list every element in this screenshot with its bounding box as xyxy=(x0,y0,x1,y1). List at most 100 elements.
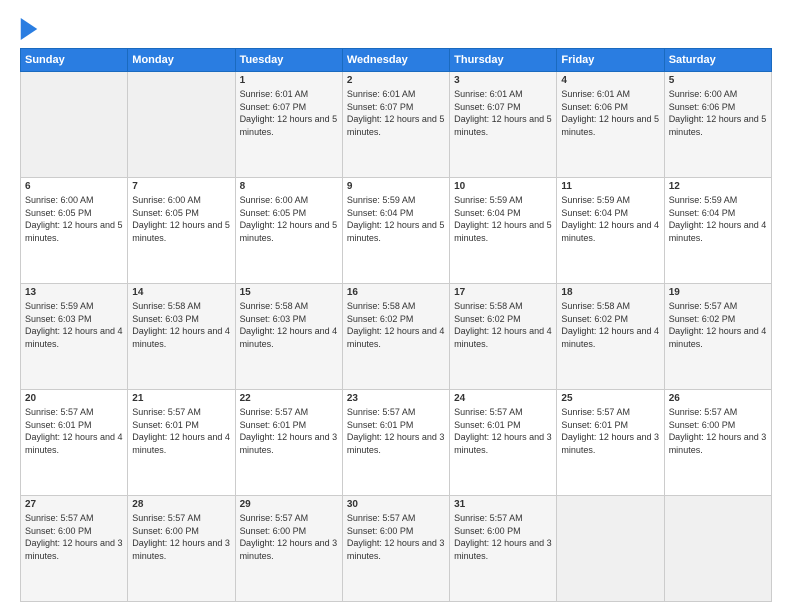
calendar-cell: 12Sunrise: 5:59 AMSunset: 6:04 PMDayligh… xyxy=(664,178,771,284)
cell-content: Sunrise: 5:58 AMSunset: 6:03 PMDaylight:… xyxy=(132,300,230,350)
calendar-cell: 2Sunrise: 6:01 AMSunset: 6:07 PMDaylight… xyxy=(342,72,449,178)
calendar-cell: 16 Sunrise: 5:58 AMSunset: 6:02 PMDayligh… xyxy=(342,284,449,390)
day-number: 3 xyxy=(454,75,552,86)
calendar-cell: 4 Sunrise: 6:01 AMSunset: 6:06 PMDaylight… xyxy=(557,72,664,178)
calendar-cell: 17Sunrise: 5:58 AMSunset: 6:02 PMDayligh… xyxy=(450,284,557,390)
day-number: 18 xyxy=(561,287,659,298)
day-number: 15 xyxy=(240,287,338,298)
cell-content: Sunrise: 5:57 AMSunset: 6:01 PMDaylight:… xyxy=(347,406,445,456)
calendar-cell: 21Sunrise: 5:57 AMSunset: 6:01 PMDayligh… xyxy=(128,390,235,496)
day-number: 22 xyxy=(240,393,338,404)
logo-icon xyxy=(20,18,38,40)
day-number: 14 xyxy=(132,287,230,298)
day-number: 30 xyxy=(347,499,445,510)
cell-content: Sunrise: 5:57 AMSunset: 6:00 PMDaylight:… xyxy=(669,406,767,456)
calendar-table: SundayMondayTuesdayWednesdayThursdayFrid… xyxy=(20,48,772,602)
day-number: 8 xyxy=(240,181,338,192)
cell-content: Sunrise: 5:57 AMSunset: 6:00 PMDaylight:… xyxy=(454,512,552,562)
calendar-cell: 9Sunrise: 5:59 AMSunset: 6:04 PMDaylight… xyxy=(342,178,449,284)
cell-content: Sunrise: 5:59 AMSunset: 6:04 PMDaylight:… xyxy=(561,194,659,244)
cell-content: Sunrise: 5:59 AMSunset: 6:03 PMDaylight:… xyxy=(25,300,123,350)
day-number: 6 xyxy=(25,181,123,192)
day-number: 20 xyxy=(25,393,123,404)
cell-content: Sunrise: 6:01 AMSunset: 6:07 PMDaylight:… xyxy=(240,88,338,138)
day-number: 4 xyxy=(561,75,659,86)
calendar-cell: 13 Sunrise: 5:59 AMSunset: 6:03 PMDayligh… xyxy=(21,284,128,390)
day-number: 28 xyxy=(132,499,230,510)
weekday-friday: Friday xyxy=(557,49,664,72)
cell-content: Sunrise: 5:59 AMSunset: 6:04 PMDaylight:… xyxy=(347,194,445,244)
calendar-cell xyxy=(664,496,771,602)
weekday-header-row: SundayMondayTuesdayWednesdayThursdayFrid… xyxy=(21,49,772,72)
calendar-cell: 15 Sunrise: 5:58 AMSunset: 6:03 PMDayligh… xyxy=(235,284,342,390)
calendar-cell: 29 Sunrise: 5:57 AMSunset: 6:00 PMDayligh… xyxy=(235,496,342,602)
cell-content: Sunrise: 5:57 AMSunset: 6:00 PMDaylight:… xyxy=(25,512,123,562)
calendar-cell: 3 Sunrise: 6:01 AMSunset: 6:07 PMDaylight… xyxy=(450,72,557,178)
calendar-cell: 1Sunrise: 6:01 AMSunset: 6:07 PMDaylight… xyxy=(235,72,342,178)
day-number: 5 xyxy=(669,75,767,86)
weekday-wednesday: Wednesday xyxy=(342,49,449,72)
day-number: 25 xyxy=(561,393,659,404)
calendar-cell xyxy=(21,72,128,178)
calendar-week-3: 13 Sunrise: 5:59 AMSunset: 6:03 PMDayligh… xyxy=(21,284,772,390)
cell-content: Sunrise: 5:57 AMSunset: 6:00 PMDaylight:… xyxy=(132,512,230,562)
cell-content: Sunrise: 6:01 AMSunset: 6:07 PMDaylight:… xyxy=(454,88,552,138)
calendar-body: 1Sunrise: 6:01 AMSunset: 6:07 PMDaylight… xyxy=(21,72,772,602)
day-number: 7 xyxy=(132,181,230,192)
calendar-week-5: 27 Sunrise: 5:57 AMSunset: 6:00 PMDayligh… xyxy=(21,496,772,602)
calendar-cell: 25 Sunrise: 5:57 AMSunset: 6:01 PMDayligh… xyxy=(557,390,664,496)
cell-content: Sunrise: 5:57 AMSunset: 6:00 PMDaylight:… xyxy=(240,512,338,562)
calendar-cell xyxy=(557,496,664,602)
day-number: 23 xyxy=(347,393,445,404)
cell-content: Sunrise: 5:58 AMSunset: 6:02 PMDaylight:… xyxy=(347,300,445,350)
cell-content: Sunrise: 6:00 AMSunset: 6:05 PMDaylight:… xyxy=(132,194,230,244)
cell-content: Sunrise: 5:58 AMSunset: 6:02 PMDaylight:… xyxy=(454,300,552,350)
calendar-cell: 19 Sunrise: 5:57 AMSunset: 6:02 PMDayligh… xyxy=(664,284,771,390)
cell-content: Sunrise: 5:57 AMSunset: 6:01 PMDaylight:… xyxy=(454,406,552,456)
day-number: 27 xyxy=(25,499,123,510)
calendar-cell: 22 Sunrise: 5:57 AMSunset: 6:01 PMDayligh… xyxy=(235,390,342,496)
calendar-cell: 11 Sunrise: 5:59 AMSunset: 6:04 PMDayligh… xyxy=(557,178,664,284)
calendar-week-4: 20 Sunrise: 5:57 AMSunset: 6:01 PMDayligh… xyxy=(21,390,772,496)
day-number: 24 xyxy=(454,393,552,404)
calendar-cell: 10 Sunrise: 5:59 AMSunset: 6:04 PMDayligh… xyxy=(450,178,557,284)
weekday-monday: Monday xyxy=(128,49,235,72)
calendar-cell: 6Sunrise: 6:00 AMSunset: 6:05 PMDaylight… xyxy=(21,178,128,284)
cell-content: Sunrise: 5:58 AMSunset: 6:03 PMDaylight:… xyxy=(240,300,338,350)
calendar-cell: 26 Sunrise: 5:57 AMSunset: 6:00 PMDayligh… xyxy=(664,390,771,496)
cell-content: Sunrise: 5:57 AMSunset: 6:01 PMDaylight:… xyxy=(240,406,338,456)
calendar-cell: 20 Sunrise: 5:57 AMSunset: 6:01 PMDayligh… xyxy=(21,390,128,496)
weekday-tuesday: Tuesday xyxy=(235,49,342,72)
day-number: 11 xyxy=(561,181,659,192)
calendar-week-1: 1Sunrise: 6:01 AMSunset: 6:07 PMDaylight… xyxy=(21,72,772,178)
calendar-cell: 8Sunrise: 6:00 AMSunset: 6:05 PMDaylight… xyxy=(235,178,342,284)
calendar-cell: 24 Sunrise: 5:57 AMSunset: 6:01 PMDayligh… xyxy=(450,390,557,496)
day-number: 13 xyxy=(25,287,123,298)
calendar-cell: 18Sunrise: 5:58 AMSunset: 6:02 PMDayligh… xyxy=(557,284,664,390)
cell-content: Sunrise: 5:57 AMSunset: 6:01 PMDaylight:… xyxy=(132,406,230,456)
day-number: 16 xyxy=(347,287,445,298)
calendar-cell: 7 Sunrise: 6:00 AMSunset: 6:05 PMDaylight… xyxy=(128,178,235,284)
calendar-cell: 23 Sunrise: 5:57 AMSunset: 6:01 PMDayligh… xyxy=(342,390,449,496)
cell-content: Sunrise: 6:01 AMSunset: 6:06 PMDaylight:… xyxy=(561,88,659,138)
day-number: 19 xyxy=(669,287,767,298)
calendar-cell xyxy=(128,72,235,178)
calendar-cell: 31 Sunrise: 5:57 AMSunset: 6:00 PMDayligh… xyxy=(450,496,557,602)
day-number: 12 xyxy=(669,181,767,192)
cell-content: Sunrise: 5:57 AMSunset: 6:02 PMDaylight:… xyxy=(669,300,767,350)
day-number: 31 xyxy=(454,499,552,510)
calendar-cell: 27 Sunrise: 5:57 AMSunset: 6:00 PMDayligh… xyxy=(21,496,128,602)
cell-content: Sunrise: 5:59 AMSunset: 6:04 PMDaylight:… xyxy=(454,194,552,244)
day-number: 10 xyxy=(454,181,552,192)
cell-content: Sunrise: 5:57 AMSunset: 6:01 PMDaylight:… xyxy=(561,406,659,456)
day-number: 2 xyxy=(347,75,445,86)
cell-content: Sunrise: 5:57 AMSunset: 6:01 PMDaylight:… xyxy=(25,406,123,456)
cell-content: Sunrise: 5:57 AMSunset: 6:00 PMDaylight:… xyxy=(347,512,445,562)
cell-content: Sunrise: 6:00 AMSunset: 6:06 PMDaylight:… xyxy=(669,88,767,138)
day-number: 29 xyxy=(240,499,338,510)
calendar-cell: 30 Sunrise: 5:57 AMSunset: 6:00 PMDayligh… xyxy=(342,496,449,602)
day-number: 26 xyxy=(669,393,767,404)
calendar-header: SundayMondayTuesdayWednesdayThursdayFrid… xyxy=(21,49,772,72)
weekday-saturday: Saturday xyxy=(664,49,771,72)
calendar-cell: 5 Sunrise: 6:00 AMSunset: 6:06 PMDaylight… xyxy=(664,72,771,178)
